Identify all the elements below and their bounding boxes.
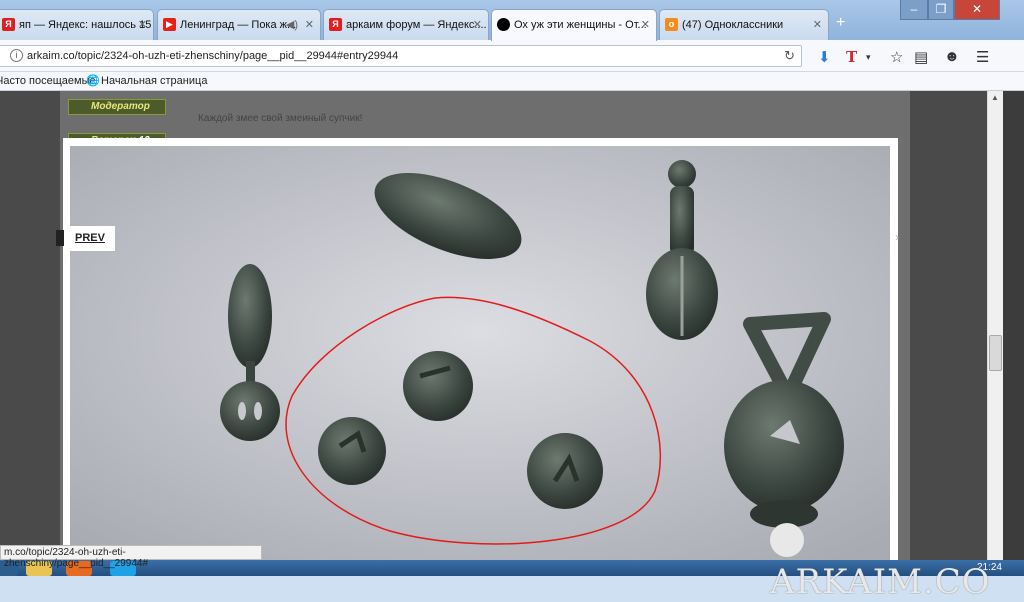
next-arrow-icon[interactable]: › [895,230,899,244]
tab-label: яп — Яндекс: нашлось 15 ... [19,19,154,31]
address-bar[interactable]: i arkaim.co/topic/2324-oh-uzh-eti-zhensc… [0,45,802,67]
youtube-icon: ▶ [163,18,176,31]
watermark-dot-icon [770,523,804,557]
url-text: arkaim.co/topic/2324-oh-uzh-eti-zhenschi… [27,50,399,62]
close-icon[interactable]: ✕ [305,18,314,31]
maximize-button[interactable]: ❐ [928,0,954,20]
bookmark-most-visited[interactable]: Часто посещаемые [0,75,96,87]
download-icon[interactable]: ⬇ [818,48,831,66]
bookmark-star-icon[interactable]: ☆ [890,48,903,66]
minimize-button[interactable]: – [900,0,928,20]
reload-icon[interactable]: ↻ [784,48,795,64]
tab-active-forum[interactable]: Ох уж эти женщины - От... ✕ [491,9,657,41]
scroll-up-arrow-icon[interactable]: ▲ [991,93,999,102]
tab-yandex-arkaim[interactable]: Я аркаим форум — Яндекс:... ✕ [323,9,489,40]
yandex-icon: Я [2,18,15,31]
close-icon[interactable]: ✕ [813,18,822,31]
tab-label: Ленинград — Пока ж... [180,19,297,31]
rank-badge-moderator: Модератор [68,99,166,115]
watermark-logo: ARKAIM.CO [770,522,1024,602]
yandex-icon: Я [329,18,342,31]
left-edge-arrow-icon[interactable] [56,230,64,246]
tab-odnoklassniki[interactable]: о (47) Одноклассники ✕ [659,9,829,40]
chat-icon[interactable]: ☻ [944,48,960,65]
menu-icon[interactable]: ☰ [976,48,989,66]
translate-icon[interactable]: T [846,48,857,66]
new-tab-button[interactable]: + [836,14,845,32]
right-background [1003,91,1024,560]
tab-yandex-search[interactable]: Я яп — Яндекс: нашлось 15 ... ✕ [0,9,154,40]
forum-favicon [497,18,510,31]
close-icon[interactable]: ✕ [138,18,147,31]
chevron-down-icon[interactable]: ▾ [866,52,871,63]
bookmarks-list-icon[interactable]: ▤ [914,48,928,66]
artifacts-photo [70,146,890,560]
close-window-button[interactable]: ✕ [954,0,1000,20]
close-icon[interactable]: ✕ [473,18,482,31]
tab-youtube[interactable]: ▶ Ленинград — Пока ж... ◀) ✕ [157,9,321,40]
page-scrollbar[interactable]: ▲ [987,91,1003,560]
info-icon[interactable]: i [10,49,23,62]
tab-label: Ох уж эти женщины - От... [514,19,647,31]
bookmarks-bar: Часто посещаемые 🌐 Начальная страница [0,72,1024,91]
bookmark-home-page[interactable]: Начальная страница [101,75,207,87]
tab-strip: Я яп — Яндекс: нашлось 15 ... ✕ ▶ Ленинг… [0,0,1024,41]
odnoklassniki-icon: о [665,18,678,31]
speaker-icon[interactable]: ◀) [286,18,298,31]
tab-label: аркаим форум — Яндекс:... [346,19,487,31]
scroll-thumb[interactable] [989,335,1002,371]
navigation-bar: i arkaim.co/topic/2324-oh-uzh-eti-zhensc… [0,40,1024,72]
prev-button[interactable]: PREV [63,226,115,251]
close-icon[interactable]: ✕ [641,18,650,31]
lightbox-photo [70,146,890,560]
post-text: Каждой змее свой змеиный супчик! [198,113,363,124]
status-link-url: m.co/topic/2324-oh-uzh-eti-zhenschiny/pa… [0,545,262,569]
globe-icon: 🌐 [86,75,100,87]
tab-label: (47) Одноклассники [682,19,784,31]
